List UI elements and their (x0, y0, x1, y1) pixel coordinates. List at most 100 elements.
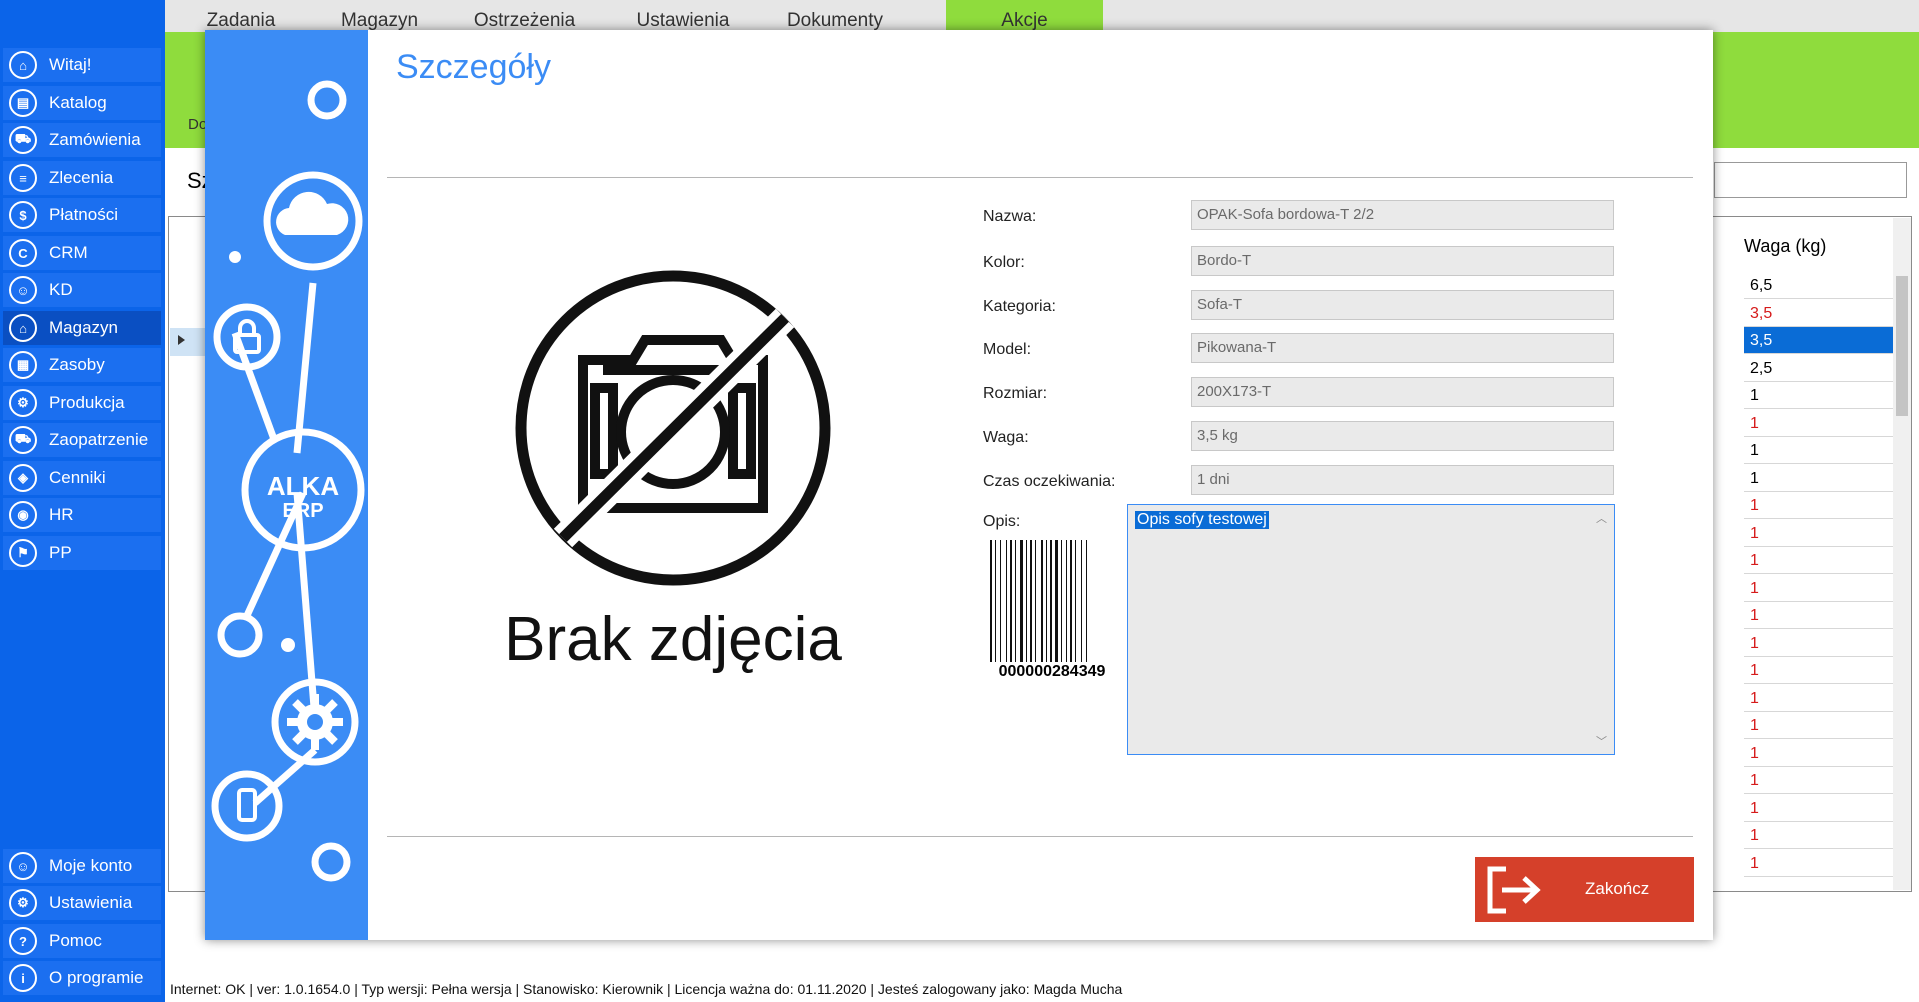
description-textarea[interactable]: Opis sofy testowej ︿ ﹀ (1127, 504, 1615, 755)
sidebar-item-label: Ustawienia (49, 893, 133, 912)
sidebar-item-label: Produkcja (49, 393, 125, 412)
table-row[interactable]: 1 (1744, 685, 1894, 712)
sidebar-item-produkcja[interactable]: ⚙ Produkcja (3, 386, 161, 420)
sidebar-item-label: Magazyn (49, 318, 118, 337)
table-row[interactable]: 2,5 (1744, 355, 1894, 382)
sidebar-item-cenniki[interactable]: ◈ Cenniki (3, 461, 161, 495)
sidebar-item-label: Zlecenia (49, 168, 114, 187)
sidebar-item-kd[interactable]: ☺ KD (3, 273, 161, 307)
tab-ostrzezenia[interactable]: Ostrzeżenia (442, 0, 607, 32)
account-icon: ☺ (9, 852, 37, 880)
field-nazwa[interactable]: OPAK-Sofa bordowa-T 2/2 (1191, 200, 1614, 230)
sidebar-item-zasoby[interactable]: ▦ Zasoby (3, 348, 161, 382)
search-input[interactable] (1714, 162, 1907, 198)
table-row[interactable]: 1 (1744, 740, 1894, 767)
table-row[interactable]: 1 (1744, 795, 1894, 822)
close-button[interactable]: Zakończ (1475, 857, 1694, 922)
table-row[interactable]: 1 (1744, 437, 1894, 464)
table-row[interactable]: 1 (1744, 382, 1894, 409)
details-dialog: ALKA ERP Szczegóły Brak zdjęcia Nazwa: O… (205, 30, 1713, 940)
barcode-icon (990, 540, 1087, 662)
top-menu: Zadania Magazyn Ostrzeżenia Ustawienia D… (165, 0, 1919, 32)
home-icon: ⌂ (9, 51, 37, 79)
scrollbar-thumb[interactable] (1896, 276, 1908, 416)
field-label-model: Model: (983, 341, 1032, 358)
sidebar-item-moje-konto[interactable]: ☺ Moje konto (3, 849, 161, 883)
field-label-opis: Opis: (983, 513, 1021, 530)
truck-icon: ⛟ (9, 426, 37, 454)
resources-icon: ▦ (9, 351, 37, 379)
table-row[interactable]: 1 (1744, 822, 1894, 849)
divider (387, 836, 1693, 837)
sidebar-item-zamowienia[interactable]: ⛟ Zamówienia (3, 123, 161, 157)
dollar-icon: $ (9, 201, 37, 229)
tag-icon: ◈ (9, 464, 37, 492)
sidebar-item-ustawienia[interactable]: ⚙ Ustawienia (3, 886, 161, 920)
sidebar-item-label: Cenniki (49, 468, 106, 487)
divider (387, 177, 1693, 178)
table-row[interactable]: 1 (1744, 465, 1894, 492)
field-label-rozmiar: Rozmiar: (983, 385, 1048, 402)
tab-ustawienia[interactable]: Ustawienia (607, 0, 759, 32)
table-row[interactable]: 1 (1744, 410, 1894, 437)
field-model[interactable]: Pikowana-T (1191, 333, 1614, 363)
sidebar-item-pp[interactable]: ⚑ PP (3, 536, 161, 570)
sidebar-item-label: Zamówienia (49, 130, 141, 149)
sidebar-item-platnosci[interactable]: $ Płatności (3, 198, 161, 232)
scroll-up-icon[interactable]: ︿ (1596, 510, 1607, 526)
field-label-waga: Waga: (983, 429, 1029, 446)
table-row[interactable]: 1 (1744, 850, 1894, 877)
sidebar-item-label: Pomoc (49, 931, 102, 950)
table-row[interactable]: 1 (1744, 492, 1894, 519)
table-row[interactable]: 1 (1744, 520, 1894, 547)
sidebar-item-magazyn[interactable]: ⌂ Magazyn (3, 311, 161, 345)
table-row[interactable]: 6,5 (1744, 272, 1894, 299)
scroll-down-icon[interactable]: ﹀ (1596, 733, 1607, 749)
table-row[interactable]: 1 (1744, 602, 1894, 629)
sidebar-item-witaj[interactable]: ⌂ Witaj! (3, 48, 161, 82)
row-selector (170, 328, 206, 356)
close-button-label: Zakończ (1585, 879, 1650, 898)
sidebar-item-label: Zasoby (49, 355, 105, 374)
field-czas-oczekiwania[interactable]: 1 dni (1191, 465, 1614, 495)
table-row[interactable]: 3,5 (1744, 327, 1894, 354)
network-illustration-icon: ALKA ERP (211, 80, 365, 882)
sidebar-item-hr[interactable]: ◉ HR (3, 498, 161, 532)
table-row[interactable]: 1 (1744, 575, 1894, 602)
table-row[interactable]: 1 (1744, 547, 1894, 574)
field-label-nazwa: Nazwa: (983, 208, 1037, 225)
tab-magazyn[interactable]: Magazyn (317, 0, 442, 32)
sidebar-item-o-programie[interactable]: i O programie (3, 961, 161, 995)
sidebar-item-zaopatrzenie[interactable]: ⛟ Zaopatrzenie (3, 423, 161, 457)
field-label-czas-oczekiwania: Czas oczekiwania: (983, 473, 1116, 490)
table-row[interactable]: 1 (1744, 712, 1894, 739)
row-pointer-icon (178, 335, 185, 345)
sidebar-item-pomoc[interactable]: ? Pomoc (3, 924, 161, 958)
logo-text-line2: ERP (282, 500, 323, 522)
sidebar-item-label: HR (49, 505, 74, 524)
field-kolor[interactable]: Bordo-T (1191, 246, 1614, 276)
table-row[interactable]: 1 (1744, 767, 1894, 794)
field-rozmiar[interactable]: 200X173-T (1191, 377, 1614, 407)
sidebar-item-katalog[interactable]: ▤ Katalog (3, 86, 161, 120)
field-label-kolor: Kolor: (983, 254, 1025, 271)
sidebar-item-crm[interactable]: C CRM (3, 236, 161, 270)
sidebar-item-zlecenia[interactable]: ≡ Zlecenia (3, 161, 161, 195)
barcode-number: 000000284349 (998, 663, 1106, 680)
sidebar-item-label: Moje konto (49, 856, 133, 875)
status-bar: Internet: OK | ver: 1.0.1654.0 | Typ wer… (170, 981, 1123, 997)
table-row[interactable]: 3,5 (1744, 300, 1894, 327)
no-photo-label: Brak zdjęcia (504, 605, 842, 674)
table-row[interactable]: 1 (1744, 657, 1894, 684)
table-row[interactable]: 1 (1744, 630, 1894, 657)
field-waga[interactable]: 3,5 kg (1191, 421, 1614, 451)
tab-zadania[interactable]: Zadania (165, 0, 317, 32)
tab-dokumenty[interactable]: Dokumenty (759, 0, 911, 32)
hr-icon: ◉ (9, 501, 37, 529)
tab-akcje[interactable]: Akcje (946, 0, 1103, 32)
crm-icon: C (9, 239, 37, 267)
description-text: Opis sofy testowej (1135, 511, 1269, 529)
dialog-title: Szczegóły (396, 48, 551, 86)
column-header-waga[interactable]: Waga (kg) (1744, 236, 1826, 257)
field-kategoria[interactable]: Sofa-T (1191, 290, 1614, 320)
